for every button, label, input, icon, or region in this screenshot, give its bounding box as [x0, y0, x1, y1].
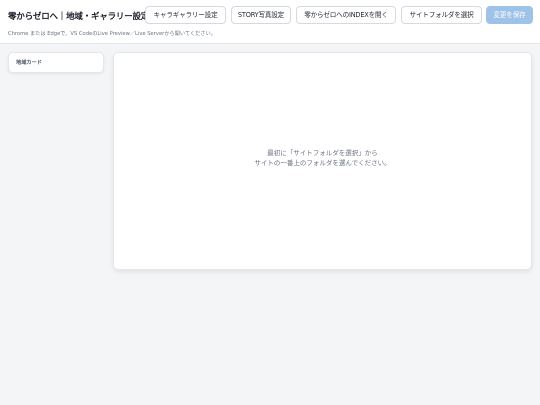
- app-header: 零からゼロへ｜地域・ギャラリー設定 Chrome または Edgeで、VS Co…: [0, 0, 540, 44]
- page-title: 零からゼロへ｜地域・ギャラリー設定: [8, 12, 150, 22]
- select-site-folder-button[interactable]: サイトフォルダを選択: [401, 6, 482, 24]
- main-panel: 最初に「サイトフォルダを選択」から サイトの一番上のフォルダを選んでください。: [113, 52, 532, 270]
- story-photo-settings-button[interactable]: STORY写真設定: [231, 6, 291, 24]
- empty-state-line-1: 最初に「サイトフォルダを選択」から: [267, 149, 378, 157]
- empty-state-line-2: サイトの一番上のフォルダを選んでください。: [254, 159, 391, 167]
- region-card-title: 地域カード: [16, 60, 42, 66]
- save-changes-button[interactable]: 変更を保存: [486, 6, 533, 24]
- page-subtitle: Chrome または Edgeで、VS CodeのLive Preview／Li…: [8, 31, 216, 37]
- region-card-list: 地域カード: [8, 52, 104, 73]
- chara-gallery-settings-button[interactable]: キャラギャラリー設定: [145, 6, 226, 24]
- open-index-button[interactable]: 零からゼロへのINDEXを開く: [296, 6, 396, 24]
- empty-state-message: 最初に「サイトフォルダを選択」から サイトの一番上のフォルダを選んでください。: [114, 148, 531, 168]
